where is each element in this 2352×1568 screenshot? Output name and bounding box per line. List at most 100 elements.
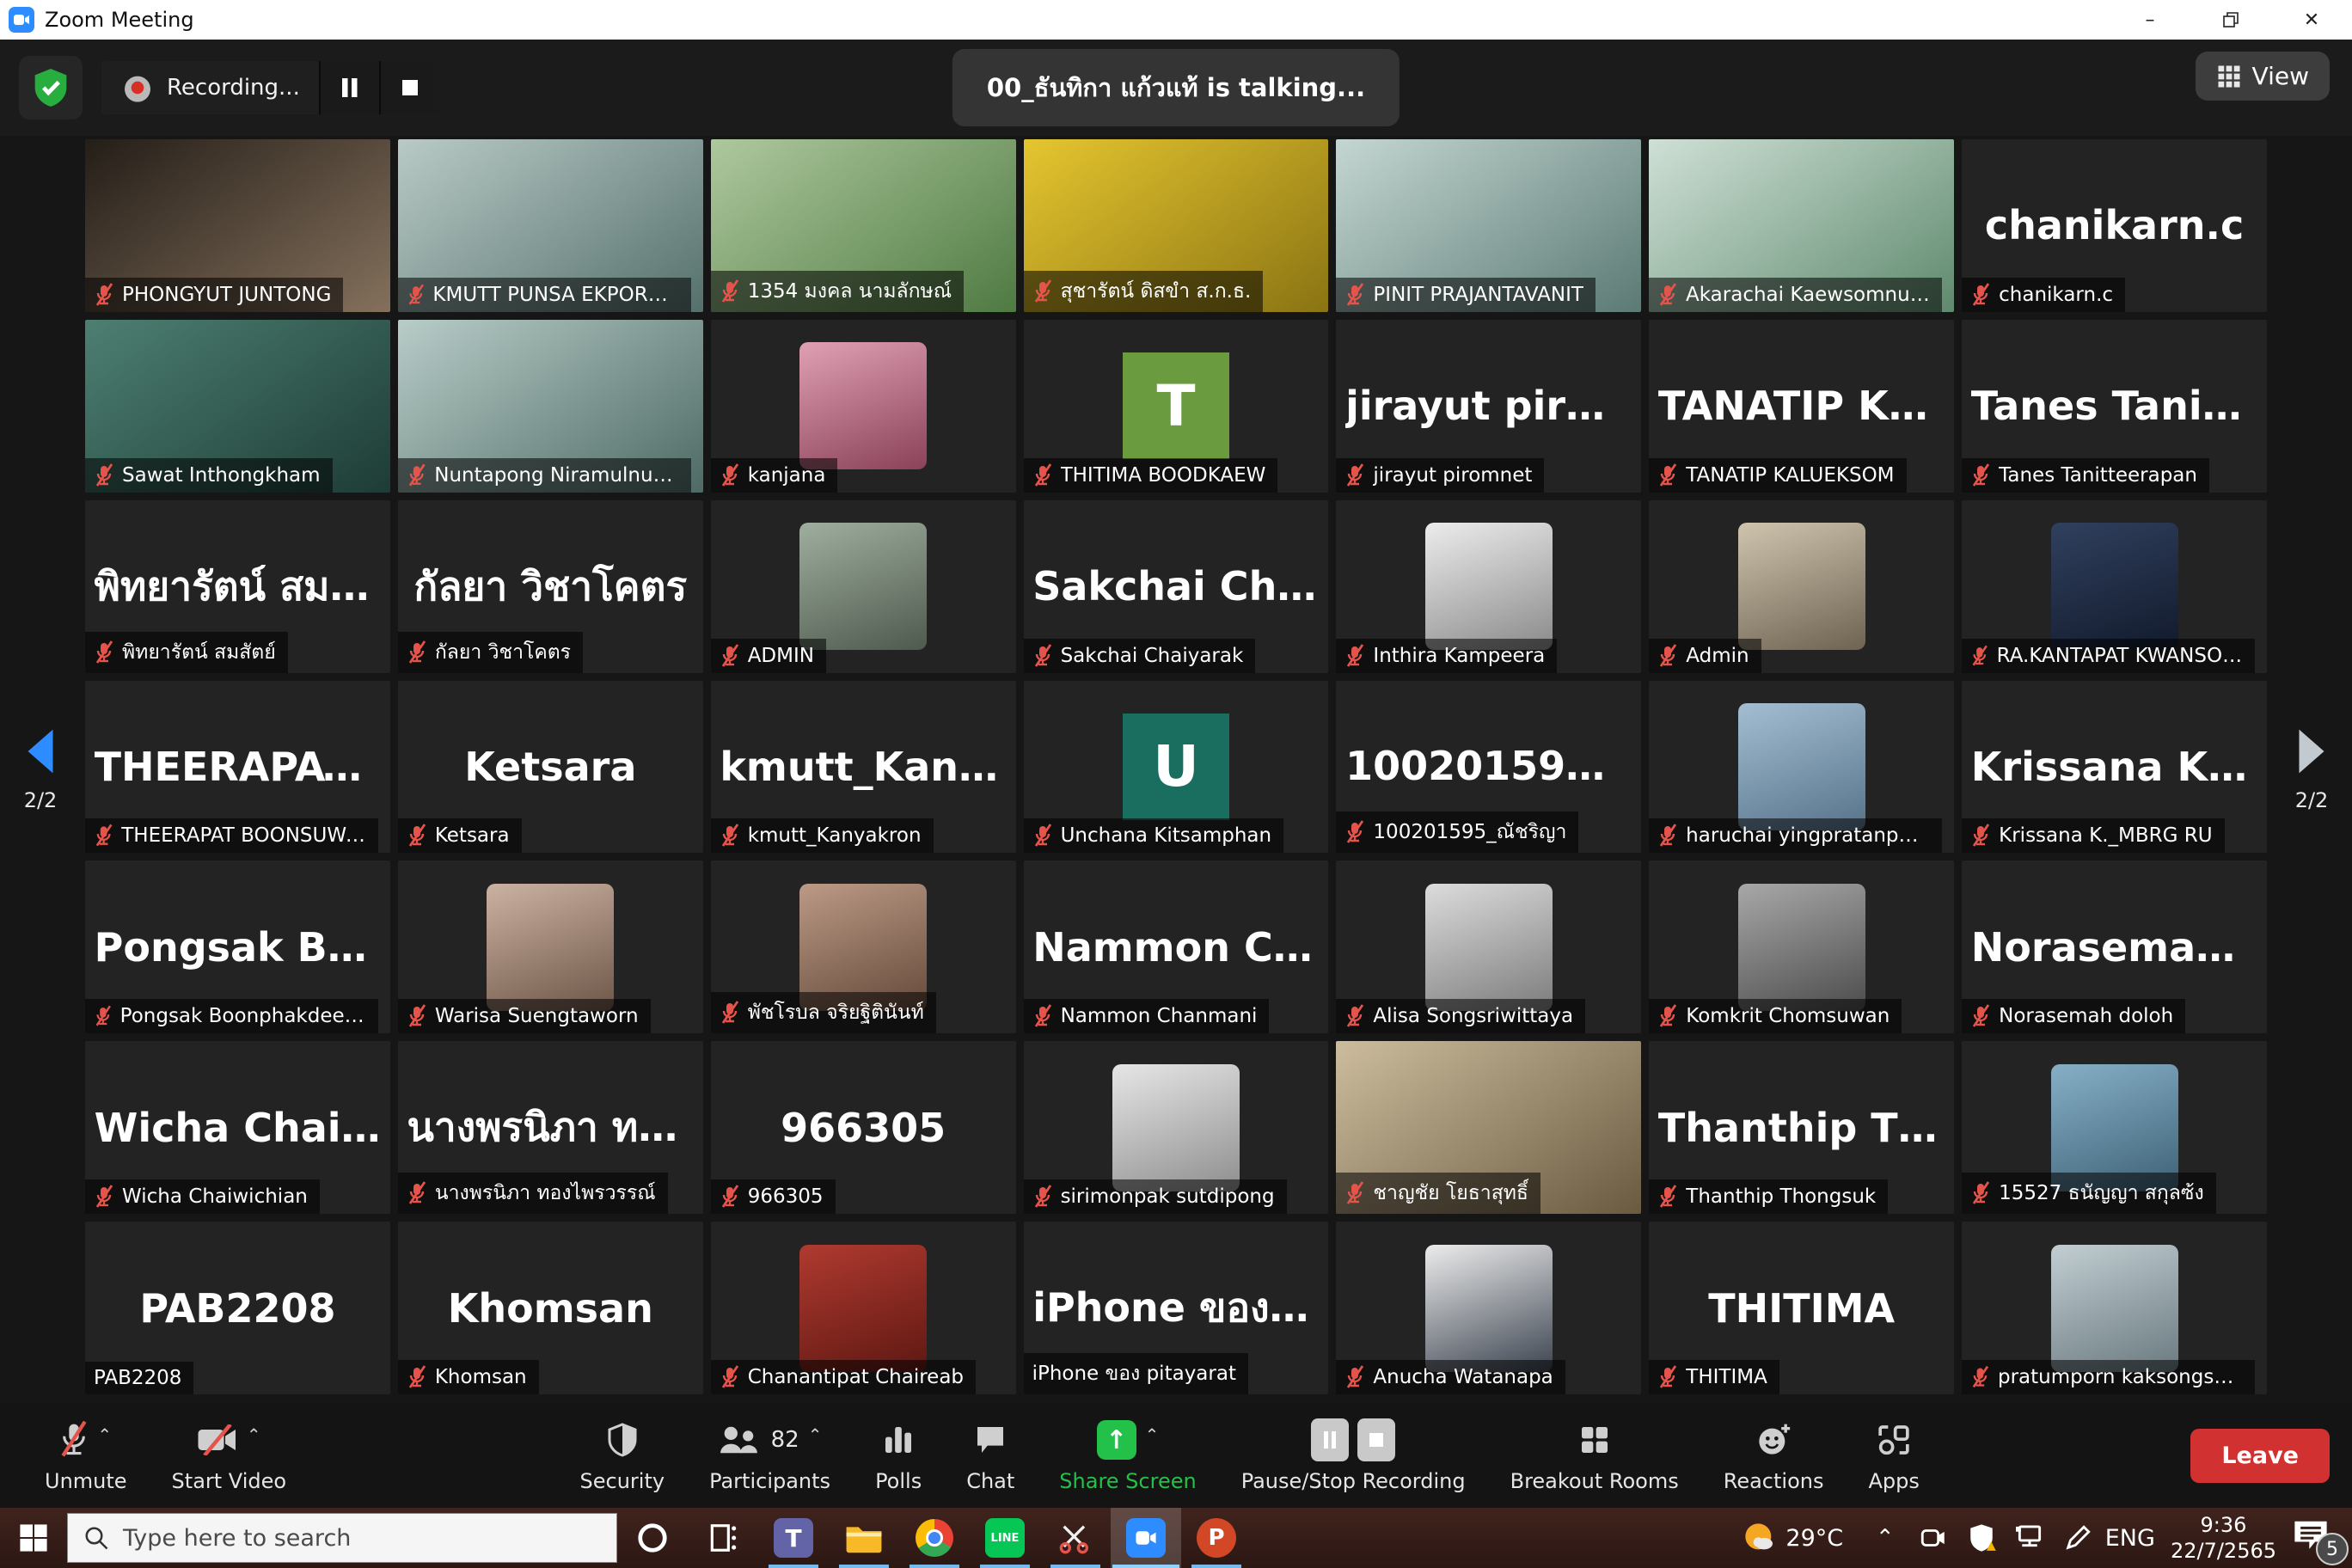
participant-tile[interactable]: ชาญชัย โยธาสุทธิ์: [1336, 1041, 1641, 1214]
participant-tile[interactable]: haruchai yingpratanporn: [1649, 681, 1954, 854]
participant-tile[interactable]: Norasemah doloh Norasemah doloh: [1962, 861, 2267, 1033]
share-options-caret[interactable]: ⌃: [1145, 1424, 1160, 1445]
security-button[interactable]: Security: [558, 1403, 688, 1508]
cortana-button[interactable]: [617, 1508, 688, 1568]
reactions-button[interactable]: Reactions: [1701, 1403, 1847, 1508]
apps-button[interactable]: Apps: [1846, 1403, 1941, 1508]
powerpoint-icon[interactable]: P: [1181, 1508, 1252, 1568]
teams-app-icon[interactable]: T: [758, 1508, 829, 1568]
view-button[interactable]: View: [2196, 52, 2330, 101]
participant-tile[interactable]: Inthira Kampeera: [1336, 500, 1641, 673]
notification-center[interactable]: 5: [2292, 1508, 2340, 1568]
participant-tile[interactable]: RA.KANTAPAT KWANSOMK...: [1962, 500, 2267, 673]
previous-page-arrow-icon[interactable]: [21, 726, 59, 776]
restore-button[interactable]: [2190, 0, 2271, 40]
video-options-caret[interactable]: ⌃: [247, 1424, 261, 1445]
pen-tray-icon[interactable]: [2057, 1508, 2098, 1568]
participant-tile[interactable]: PAB2208PAB2208: [85, 1222, 390, 1394]
pause-recording-button[interactable]: [319, 61, 379, 114]
participant-tile[interactable]: 1354 มงคล นามลักษณ์: [711, 139, 1016, 312]
participant-tile[interactable]: PINIT PRAJANTAVANIT: [1336, 139, 1641, 312]
participant-tile[interactable]: KMUTT PUNSA EKPORNPR...: [398, 139, 703, 312]
defender-tray-icon[interactable]: [1961, 1508, 2002, 1568]
unmute-button[interactable]: ⌃ Unmute: [22, 1403, 150, 1508]
participant-tile[interactable]: กัลยา วิชาโคตร กัลยา วิชาโคตร: [398, 500, 703, 673]
previous-page-control[interactable]: 2/2: [2, 726, 79, 812]
participant-tile[interactable]: นางพรนิภา ทองไพรวรรณ์ นางพรนิภา ทองไพรวร…: [398, 1041, 703, 1214]
start-button[interactable]: [0, 1508, 67, 1568]
stop-icon[interactable]: [1357, 1418, 1395, 1461]
pause-icon[interactable]: [1311, 1418, 1349, 1461]
snipping-tool-icon[interactable]: [1040, 1508, 1111, 1568]
stop-recording-button[interactable]: [379, 61, 439, 114]
pause-stop-recording-button[interactable]: Pause/Stop Recording: [1219, 1403, 1488, 1508]
chat-button[interactable]: Chat: [944, 1403, 1037, 1508]
participant-tile[interactable]: kanjana: [711, 320, 1016, 493]
participant-tile[interactable]: sirimonpak sutdipong: [1024, 1041, 1329, 1214]
participant-tile[interactable]: Sawat Inthongkham: [85, 320, 390, 493]
participant-tile[interactable]: Nuntapong Niramulnurak: [398, 320, 703, 493]
hidden-icons-caret[interactable]: ⌃: [1865, 1508, 1906, 1568]
language-indicator[interactable]: ENG: [2105, 1508, 2155, 1568]
muted-mic-icon: [1657, 1185, 1678, 1209]
participant-tile[interactable]: Sakchai Chaiyarak Sakchai Chaiyarak: [1024, 500, 1329, 673]
network-tray-icon[interactable]: [2009, 1508, 2050, 1568]
participant-tile[interactable]: Tanes Tanitteerapan Tanes Tanitteerapan: [1962, 320, 2267, 493]
polls-button[interactable]: Polls: [853, 1403, 944, 1508]
participant-tile[interactable]: chanikarn.c chanikarn.c: [1962, 139, 2267, 312]
participant-tile[interactable]: TANATIP KALUEKSOM TANATIP KALUEKSOM: [1649, 320, 1954, 493]
participant-tile[interactable]: Nammon Chanmani Nammon Chanmani: [1024, 861, 1329, 1033]
participant-tile[interactable]: T THITIMA BOODKAEW: [1024, 320, 1329, 493]
participant-tile[interactable]: Ketsara Ketsara: [398, 681, 703, 854]
participant-tile[interactable]: jirayut piromnet jirayut piromnet: [1336, 320, 1641, 493]
participant-tile[interactable]: pratumporn kaksongsakul: [1962, 1222, 2267, 1394]
participant-tile[interactable]: Alisa Songsriwittaya: [1336, 861, 1641, 1033]
next-page-control[interactable]: 2/2: [2273, 726, 2350, 812]
participant-tile[interactable]: Krissana K._MBRG RU Krissana K._MBRG RU: [1962, 681, 2267, 854]
participant-tile[interactable]: สุชารัตน์ ดิสขำ ส.ก.ธ.: [1024, 139, 1329, 312]
unmute-options-caret[interactable]: ⌃: [97, 1424, 112, 1445]
clock[interactable]: 9:36 22/7/2565: [2162, 1508, 2285, 1568]
participant-tile[interactable]: Akarachai Kaewsomnues: [1649, 139, 1954, 312]
participant-tile[interactable]: Chanantipat Chaireab: [711, 1222, 1016, 1394]
participant-tile[interactable]: ADMIN: [711, 500, 1016, 673]
participant-tile[interactable]: Wicha Chaiwichian Wicha Chaiwichian: [85, 1041, 390, 1214]
participant-tile[interactable]: THITIMA THITIMA: [1649, 1222, 1954, 1394]
participant-tile[interactable]: 100201595_ณัชริญา 100201595_ณัชริญา: [1336, 681, 1641, 854]
participant-tile[interactable]: 966305 966305: [711, 1041, 1016, 1214]
chrome-icon[interactable]: [899, 1508, 970, 1568]
participant-tile[interactable]: พิทยารัตน์ สมสัตย์ พิทยารัตน์ สมสัตย์: [85, 500, 390, 673]
taskbar-search-input[interactable]: Type here to search: [67, 1513, 617, 1563]
next-page-arrow-icon[interactable]: [2293, 726, 2331, 776]
participant-tile[interactable]: PHONGYUT JUNTONG: [85, 139, 390, 312]
participant-tile[interactable]: Khomsan Khomsan: [398, 1222, 703, 1394]
share-screen-button[interactable]: ↑ ⌃ Share Screen: [1037, 1403, 1218, 1508]
breakout-rooms-button[interactable]: Breakout Rooms: [1488, 1403, 1701, 1508]
minimize-button[interactable]: –: [2110, 0, 2190, 40]
participant-tile[interactable]: Admin: [1649, 500, 1954, 673]
participants-options-caret[interactable]: ⌃: [808, 1424, 823, 1445]
participants-button[interactable]: 82 ⌃ Participants: [687, 1403, 853, 1508]
close-button[interactable]: ✕: [2271, 0, 2352, 40]
participant-tile[interactable]: U Unchana Kitsamphan: [1024, 681, 1329, 854]
camera-tray-icon[interactable]: [1913, 1508, 1954, 1568]
participant-tile[interactable]: THEERAPAT BOONSUWAN THEERAPAT BOONSUWAN: [85, 681, 390, 854]
participant-tile[interactable]: Anucha Watanapa: [1336, 1222, 1641, 1394]
participant-tile[interactable]: Thanthip Thongsuk Thanthip Thongsuk: [1649, 1041, 1954, 1214]
start-video-button[interactable]: ⌃ Start Video: [150, 1403, 309, 1508]
participant-tile[interactable]: พัชโรบล จริยฐิตินันท์: [711, 861, 1016, 1033]
task-view-button[interactable]: [688, 1508, 758, 1568]
participant-tile[interactable]: Komkrit Chomsuwan: [1649, 861, 1954, 1033]
zoom-taskbar-icon[interactable]: [1111, 1508, 1181, 1568]
participant-tile[interactable]: 15527 ธนัญญา สกุลซ้ง: [1962, 1041, 2267, 1214]
weather-widget[interactable]: 29°C: [1729, 1508, 1858, 1568]
security-shield-icon[interactable]: [19, 56, 83, 119]
file-explorer-icon[interactable]: [829, 1508, 899, 1568]
participant-tile[interactable]: kmutt_Kanyakron kmutt_Kanyakron: [711, 681, 1016, 854]
participant-tile[interactable]: iPhone ของ pitayaratiPhone ของ pitayarat: [1024, 1222, 1329, 1394]
leave-button[interactable]: Leave: [2190, 1429, 2330, 1483]
line-app-icon[interactable]: LINE: [970, 1508, 1040, 1568]
participants-count: 82: [771, 1427, 799, 1453]
participant-tile[interactable]: Warisa Suengtaworn: [398, 861, 703, 1033]
participant-tile[interactable]: Pongsak Boonphakdee IT-... Pongsak Boonp…: [85, 861, 390, 1033]
